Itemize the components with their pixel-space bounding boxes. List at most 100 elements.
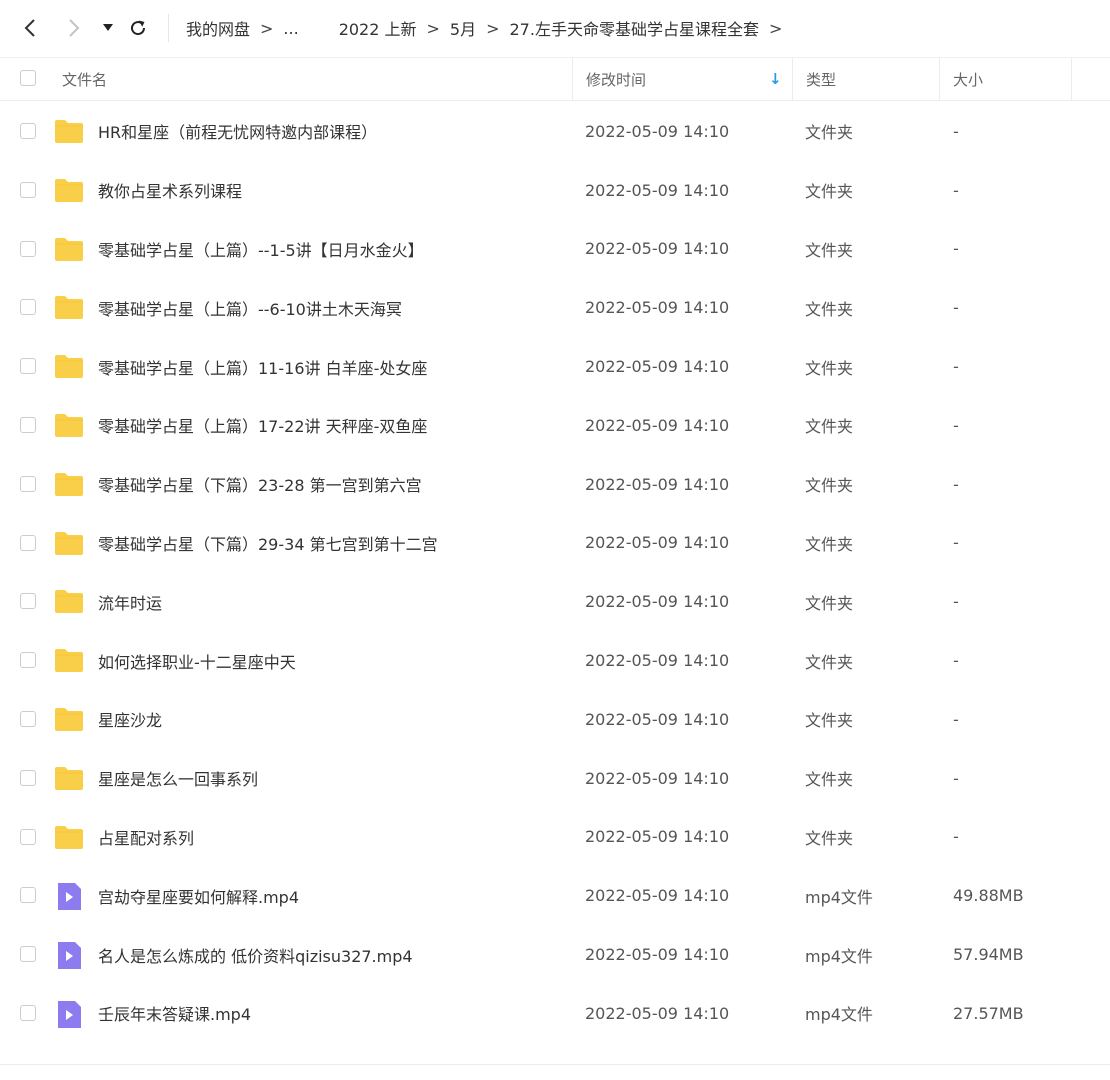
breadcrumb-item-2022[interactable]: 2022 上新	[339, 16, 417, 40]
row-checkbox[interactable]	[20, 828, 36, 845]
file-list: HR和星座（前程无忧网特邀内部课程） 2022-05-09 14:10 文件夹 - 教你…	[0, 102, 1110, 1043]
breadcrumb-item-current[interactable]: 27.左手天命零基础学占星课程全套	[510, 16, 759, 40]
file-type: mp4文件	[805, 887, 873, 907]
row-checkbox[interactable]	[20, 416, 36, 433]
sort-arrow-icon[interactable]: ↓	[769, 58, 782, 100]
column-header-type[interactable]: 类型	[806, 58, 836, 100]
column-header-size[interactable]: 大小	[953, 58, 983, 100]
file-name[interactable]: 零基础学占星（上篇）17-22讲 天秤座-双鱼座	[98, 396, 427, 455]
history-dropdown-button[interactable]	[96, 14, 120, 42]
folder-icon	[55, 237, 83, 261]
file-size: -	[953, 768, 959, 788]
breadcrumb: 我的网盘 > ... > 2022 上新 > 5月 > 27.左手天命零基础学占…	[186, 0, 792, 56]
folder-icon	[55, 120, 83, 143]
row-checkbox[interactable]	[20, 181, 36, 198]
file-row[interactable]: 零基础学占星（下篇）29-34 第七宫到第十二宫 2022-05-09 14:10…	[0, 514, 1110, 573]
file-row[interactable]: 名人是怎么炼成的 低价资料qizisu327.mp4 2022-05-09 14:…	[0, 925, 1110, 984]
file-row[interactable]: 占星配对系列 2022-05-09 14:10 文件夹 -	[0, 808, 1110, 867]
file-list-header: 文件名 修改时间 ↓ 类型 大小	[0, 57, 1110, 101]
file-row[interactable]: HR和星座（前程无忧网特邀内部课程） 2022-05-09 14:10 文件夹 -	[0, 102, 1110, 161]
navigation-bar: 我的网盘 > ... > 2022 上新 > 5月 > 27.左手天命零基础学占…	[0, 0, 1110, 56]
breadcrumb-separator: >	[768, 18, 783, 38]
column-divider[interactable]	[939, 58, 940, 100]
row-checkbox[interactable]	[20, 240, 36, 257]
column-divider[interactable]	[792, 58, 793, 100]
file-modified-time: 2022-05-09 14:10	[585, 357, 730, 377]
file-size: 57.94MB	[953, 945, 1024, 965]
row-checkbox[interactable]	[20, 710, 36, 727]
file-modified-time: 2022-05-09 14:10	[585, 886, 730, 906]
file-size: -	[953, 298, 959, 318]
caret-down-icon	[103, 24, 113, 31]
row-checkbox[interactable]	[20, 946, 36, 963]
file-name[interactable]: 零基础学占星（上篇）--1-5讲【日月水金火】	[98, 220, 424, 279]
file-name[interactable]: 星座沙龙	[98, 690, 162, 749]
folder-icon	[55, 649, 83, 673]
refresh-button[interactable]	[124, 14, 152, 42]
folder-icon	[55, 413, 83, 437]
file-row[interactable]: 零基础学占星（上篇）--1-5讲【日月水金火】 2022-05-09 14:10 文…	[0, 220, 1110, 279]
breadcrumb-item-may[interactable]: 5月	[450, 16, 476, 40]
file-row[interactable]: 零基础学占星（上篇）11-16讲 白羊座-处女座 2022-05-09 14:10…	[0, 337, 1110, 396]
file-modified-time: 2022-05-09 14:10	[585, 121, 730, 141]
row-checkbox[interactable]	[20, 769, 36, 786]
file-size: -	[953, 533, 959, 553]
column-header-name[interactable]: 文件名	[62, 58, 107, 100]
file-row[interactable]: 流年时运 2022-05-09 14:10 文件夹 -	[0, 572, 1110, 631]
folder-icon	[55, 178, 83, 202]
file-name[interactable]: 教你占星术系列课程	[98, 161, 242, 220]
breadcrumb-item-ellipsis[interactable]: ...	[283, 19, 298, 38]
column-divider[interactable]	[1071, 58, 1072, 100]
row-checkbox[interactable]	[20, 593, 36, 610]
file-row[interactable]: 零基础学占星（下篇）23-28 第一宫到第六宫 2022-05-09 14:10 文…	[0, 455, 1110, 514]
column-divider[interactable]	[572, 58, 573, 100]
row-checkbox[interactable]	[20, 1004, 36, 1021]
file-modified-time: 2022-05-09 14:10	[585, 415, 730, 435]
file-modified-time: 2022-05-09 14:10	[585, 827, 730, 847]
file-name[interactable]: 零基础学占星（上篇）11-16讲 白羊座-处女座	[98, 337, 427, 396]
file-name[interactable]: 零基础学占星（上篇）--6-10讲土木天海冥	[98, 278, 402, 337]
file-name[interactable]: 流年时运	[98, 572, 162, 631]
file-row[interactable]: 宫劫夺星座要如何解释.mp4 2022-05-09 14:10 mp4文件 49.88…	[0, 866, 1110, 925]
select-all-checkbox[interactable]	[20, 70, 36, 86]
file-name[interactable]: 壬辰年末答疑课.mp4	[98, 984, 251, 1043]
file-row[interactable]: 零基础学占星（上篇）17-22讲 天秤座-双鱼座 2022-05-09 14:10…	[0, 396, 1110, 455]
row-checkbox[interactable]	[20, 299, 36, 316]
column-header-modified[interactable]: 修改时间	[586, 58, 646, 100]
folder-icon	[55, 355, 83, 379]
row-checkbox[interactable]	[20, 534, 36, 551]
row-checkbox[interactable]	[20, 358, 36, 375]
row-checkbox[interactable]	[20, 475, 36, 492]
file-size: -	[953, 357, 959, 377]
row-checkbox[interactable]	[20, 123, 36, 139]
file-name[interactable]: 零基础学占星（下篇）29-34 第七宫到第十二宫	[98, 514, 438, 573]
file-size: -	[953, 239, 959, 259]
row-checkbox[interactable]	[20, 652, 36, 669]
row-checkbox[interactable]	[20, 887, 36, 904]
file-name[interactable]: 名人是怎么炼成的 低价资料qizisu327.mp4	[98, 925, 413, 984]
file-row[interactable]: 教你占星术系列课程 2022-05-09 14:10 文件夹 -	[0, 161, 1110, 220]
back-button[interactable]	[16, 14, 44, 42]
file-name[interactable]: 星座是怎么一回事系列	[98, 749, 258, 808]
file-name[interactable]: 如何选择职业-十二星座中天	[98, 631, 296, 690]
video-file-icon	[58, 883, 81, 911]
file-name[interactable]: HR和星座（前程无忧网特邀内部课程）	[98, 102, 377, 161]
breadcrumb-item-root[interactable]: 我的网盘	[186, 16, 250, 40]
file-size: -	[953, 415, 959, 435]
file-row[interactable]: 零基础学占星（上篇）--6-10讲土木天海冥 2022-05-09 14:10 文件…	[0, 278, 1110, 337]
file-type: 文件夹	[805, 770, 854, 790]
file-row[interactable]: 星座是怎么一回事系列 2022-05-09 14:10 文件夹 -	[0, 749, 1110, 808]
file-modified-time: 2022-05-09 14:10	[585, 709, 730, 729]
file-name[interactable]: 零基础学占星（下篇）23-28 第一宫到第六宫	[98, 455, 422, 514]
file-name[interactable]: 宫劫夺星座要如何解释.mp4	[98, 866, 299, 925]
file-modified-time: 2022-05-09 14:10	[585, 945, 730, 965]
forward-button[interactable]	[60, 14, 88, 42]
breadcrumb-separator: >	[486, 18, 500, 38]
refresh-icon	[131, 20, 146, 36]
file-row[interactable]: 壬辰年末答疑课.mp4 2022-05-09 14:10 mp4文件 27.57MB	[0, 984, 1110, 1043]
file-type: 文件夹	[805, 534, 854, 554]
file-row[interactable]: 如何选择职业-十二星座中天 2022-05-09 14:10 文件夹 -	[0, 631, 1110, 690]
file-row[interactable]: 星座沙龙 2022-05-09 14:10 文件夹 -	[0, 690, 1110, 749]
file-modified-time: 2022-05-09 14:10	[585, 651, 730, 671]
file-name[interactable]: 占星配对系列	[98, 808, 194, 867]
